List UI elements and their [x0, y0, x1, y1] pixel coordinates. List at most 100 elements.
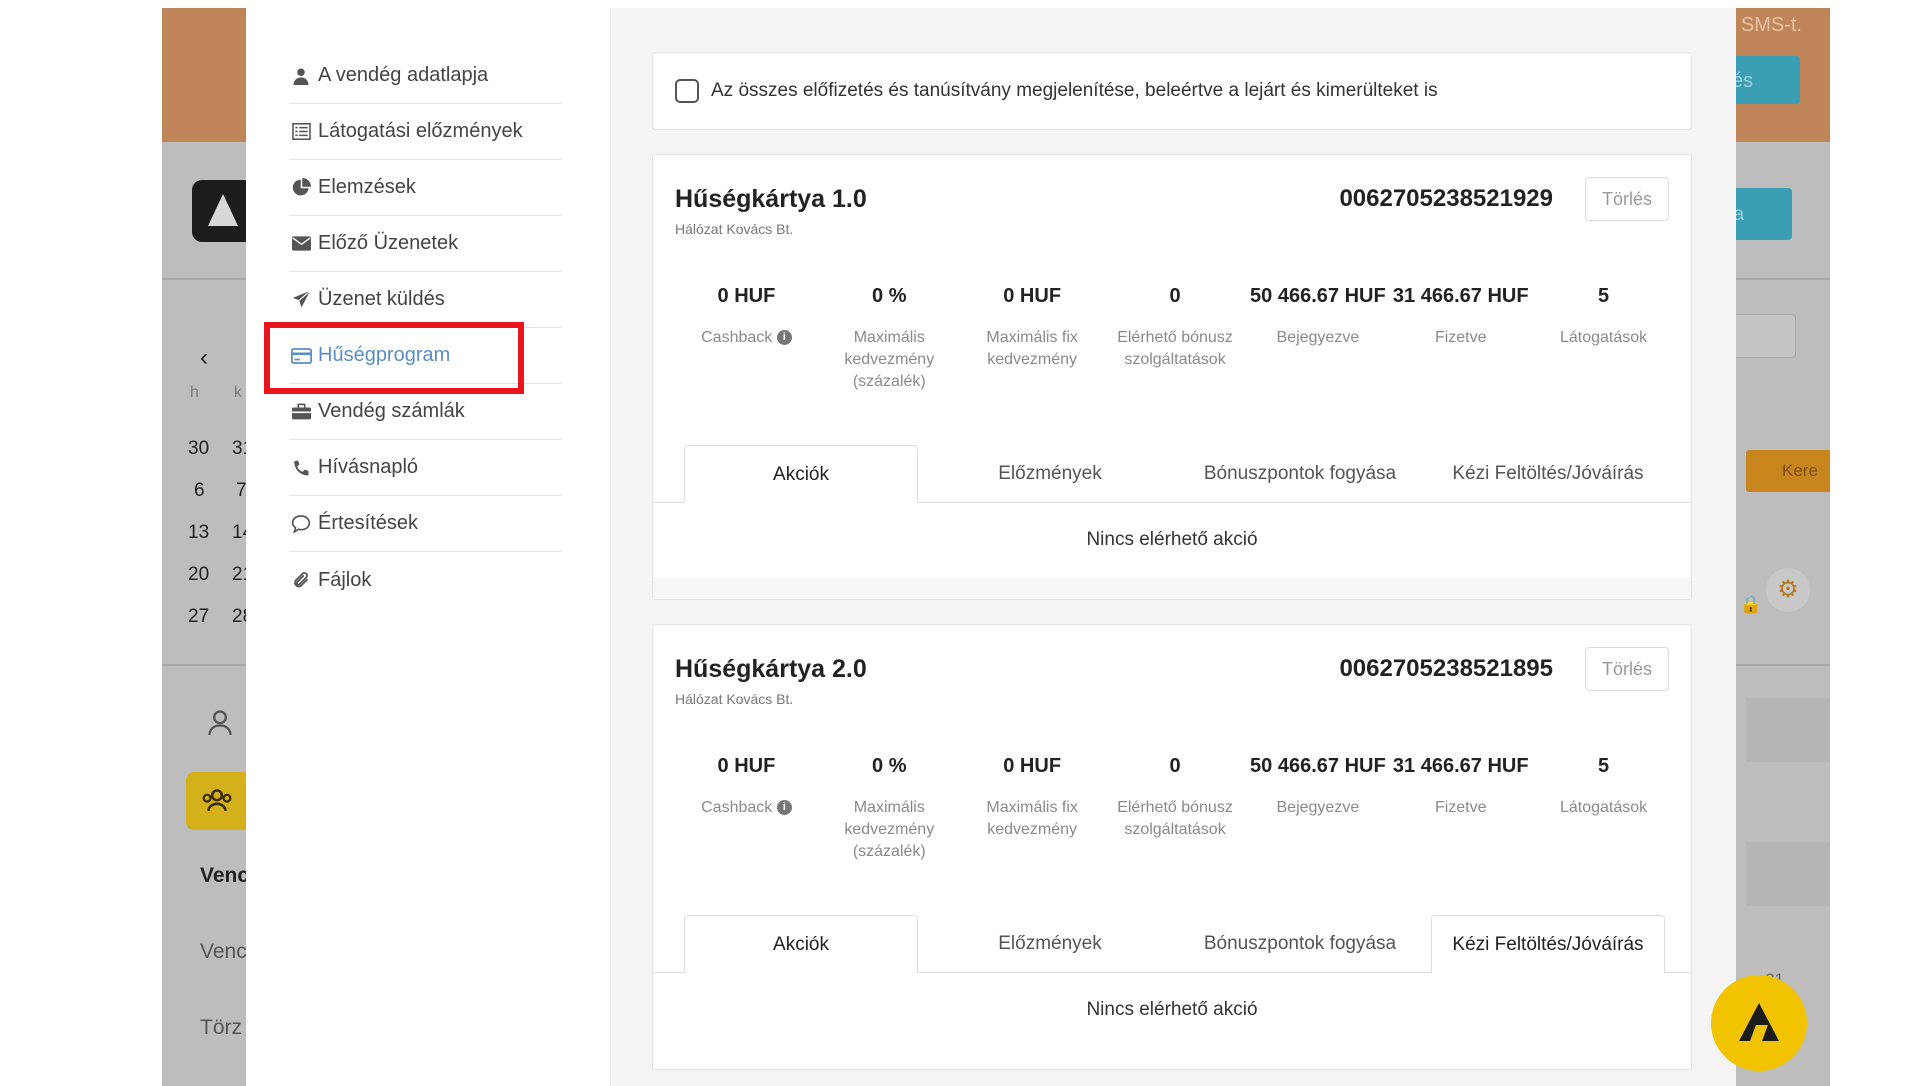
- background-calendar-day: 7: [236, 480, 247, 501]
- delete-button[interactable]: Törlés: [1585, 647, 1669, 691]
- card-number: 0062705238521895: [1339, 655, 1553, 682]
- stat-max-fixed-discount: 0 HUF Maximális fix kedvezmény: [961, 755, 1104, 863]
- chat-bubble-icon: [290, 513, 312, 535]
- stat-bonus-services: 0 Elérhető bónusz szolgáltatások: [1104, 285, 1247, 393]
- list-icon: [290, 121, 312, 143]
- guest-modal: A vendég adatlapja Látogatási előzmények…: [246, 8, 1736, 1086]
- app-launcher-button[interactable]: [1711, 975, 1807, 1071]
- stat-label: Maximális fix kedvezmény: [986, 799, 1078, 838]
- stat-registered: 50 466.67 HUF Bejegyezve: [1246, 755, 1389, 863]
- sidebar-item-label: Vendég számlák: [318, 400, 465, 422]
- stat-cashback: 0 HUF Cashback i: [675, 285, 818, 393]
- modal-sidebar: A vendég adatlapja Látogatási előzmények…: [246, 8, 611, 1086]
- card-tabs: Akciók Előzmények Bónuszpontok fogyása K…: [653, 915, 1691, 974]
- stat-paid: 31 466.67 HUF Fizetve: [1389, 755, 1532, 863]
- background-calendar-day: 27: [188, 606, 210, 627]
- tab-history[interactable]: Előzmények: [933, 445, 1167, 503]
- paper-plane-icon: [290, 289, 312, 311]
- background-calendar-day: 30: [188, 438, 210, 459]
- sidebar-item-label: Értesítések: [318, 512, 419, 534]
- tab-bonus-points-usage[interactable]: Bónuszpontok fogyása: [1183, 445, 1417, 503]
- sidebar-item-files[interactable]: Fájlok: [290, 552, 562, 608]
- tab-manual-topup[interactable]: Kézi Feltöltés/Jóváírás: [1431, 445, 1665, 503]
- sidebar-item-label: Látogatási előzmények: [318, 120, 523, 142]
- card-title: Hűségkártya 2.0: [675, 655, 867, 683]
- stat-label: Látogatások: [1559, 799, 1648, 816]
- background-row: [1746, 698, 1830, 762]
- empty-actions-message: Nincs elérhető akció: [653, 973, 1691, 1047]
- background-calendar-header: h: [190, 384, 199, 401]
- stat-label: Fizetve: [1434, 329, 1487, 346]
- stat-label: Elérhető bónusz szolgáltatások: [1117, 799, 1233, 838]
- background-text: Törz: [200, 1016, 242, 1039]
- card-subtitle: Hálózat Kovács Bt.: [675, 221, 794, 237]
- loyalty-content: Az összes előfizetés és tanúsítvány megj…: [612, 8, 1736, 1086]
- background-search-button: Kere: [1746, 450, 1830, 492]
- tab-actions[interactable]: Akciók: [684, 445, 918, 504]
- show-all-checkbox[interactable]: [675, 79, 699, 103]
- stat-value: 50 466.67 HUF: [1250, 755, 1386, 777]
- loyalty-card: Hűségkártya 1.0 Hálózat Kovács Bt. 00627…: [652, 154, 1692, 600]
- sidebar-item-label: Elemzések: [318, 176, 416, 198]
- background-row: [1746, 842, 1830, 906]
- tab-manual-topup[interactable]: Kézi Feltöltés/Jóváírás: [1431, 915, 1665, 974]
- stat-visits: 5 Látogatások: [1532, 755, 1675, 863]
- stat-label: Cashback: [701, 329, 773, 346]
- stat-label: Látogatások: [1559, 329, 1648, 346]
- stat-max-discount-percent: 0 % Maximális kedvezmény (százalék): [818, 285, 961, 393]
- sidebar-item-previous-messages[interactable]: Előző Üzenetek: [290, 216, 562, 272]
- sidebar-item-call-log[interactable]: Hívásnapló: [290, 440, 562, 496]
- sidebar-item-label: Fájlok: [318, 568, 372, 591]
- info-icon[interactable]: i: [776, 330, 792, 346]
- sidebar-item-analytics[interactable]: Elemzések: [290, 160, 562, 216]
- delete-button[interactable]: Törlés: [1585, 177, 1669, 221]
- card-footer: [653, 577, 1691, 599]
- stat-value: 0 %: [872, 755, 907, 777]
- sidebar-item-label: Hívásnapló: [318, 456, 419, 478]
- envelope-icon: [290, 233, 312, 255]
- tab-history[interactable]: Előzmények: [933, 915, 1167, 973]
- stat-value: 5: [1598, 755, 1610, 777]
- stat-value: 31 466.67 HUF: [1392, 755, 1529, 777]
- tab-actions[interactable]: Akciók: [684, 915, 918, 974]
- background-calendar-header: k: [234, 384, 242, 401]
- briefcase-icon: [290, 401, 312, 423]
- sidebar-item-send-message[interactable]: Üzenet küldés: [290, 272, 562, 328]
- sidebar-item-notifications[interactable]: Értesítések: [290, 496, 562, 552]
- card-tabs: Akciók Előzmények Bónuszpontok fogyása K…: [653, 445, 1691, 504]
- empty-actions-message: Nincs elérhető akció: [653, 503, 1691, 577]
- background-calendar-day: 6: [194, 480, 205, 501]
- background-user-icon: [208, 710, 232, 735]
- stat-label: Maximális kedvezmény (százalék): [844, 329, 935, 390]
- highlight-annotation-box: [264, 322, 524, 394]
- stat-value: 0 HUF: [717, 755, 776, 777]
- stat-cashback: 0 HUF Cashback i: [675, 755, 818, 863]
- loyalty-card: Hűségkártya 2.0 Hálózat Kovács Bt. 00627…: [652, 624, 1692, 1070]
- background-sms-text: SMS-t.: [1740, 14, 1802, 36]
- sidebar-item-visit-history[interactable]: Látogatási előzmények: [290, 104, 562, 160]
- stat-bonus-services: 0 Elérhető bónusz szolgáltatások: [1104, 755, 1247, 863]
- stat-max-discount-percent: 0 % Maximális kedvezmény (százalék): [818, 755, 961, 863]
- background-heading: Venc: [200, 864, 250, 887]
- card-subtitle: Hálózat Kovács Bt.: [675, 691, 794, 707]
- background-calendar-prev-icon: ‹: [200, 344, 208, 371]
- background-lock-icon: 🔒: [1739, 594, 1762, 614]
- stat-label: Cashback: [701, 799, 773, 816]
- stat-value: 31 466.67 HUF: [1392, 285, 1529, 307]
- sidebar-item-label: Üzenet küldés: [318, 288, 445, 310]
- background-gear-icon: ⚙: [1766, 568, 1810, 612]
- sidebar-item-label: Előző Üzenetek: [318, 232, 459, 254]
- stat-value: 50 466.67 HUF: [1250, 285, 1386, 307]
- sidebar-item-guest-profile[interactable]: A vendég adatlapja: [290, 48, 562, 104]
- stat-label: Bejegyezve: [1276, 799, 1360, 816]
- background-users-icon: [202, 789, 232, 812]
- show-all-label[interactable]: Az összes előfizetés és tanúsítvány megj…: [711, 80, 1438, 102]
- pie-chart-icon: [290, 177, 312, 199]
- user-icon: [290, 65, 312, 87]
- stat-visits: 5 Látogatások: [1532, 285, 1675, 393]
- info-icon[interactable]: i: [776, 800, 792, 816]
- stat-value: 0 HUF: [1003, 755, 1062, 777]
- stat-label: Fizetve: [1434, 799, 1487, 816]
- card-number: 0062705238521929: [1339, 185, 1553, 212]
- tab-bonus-points-usage[interactable]: Bónuszpontok fogyása: [1183, 915, 1417, 973]
